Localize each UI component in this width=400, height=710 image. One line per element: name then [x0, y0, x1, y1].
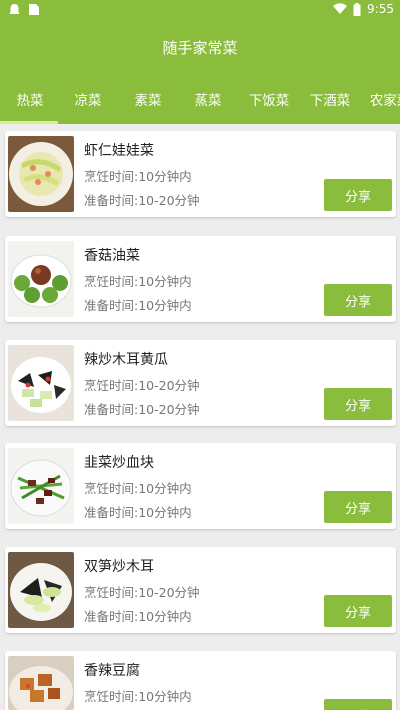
share-button[interactable]: 分享	[324, 388, 392, 420]
prep-time: 准备时间:10-20分钟	[84, 193, 200, 208]
share-button[interactable]: 分享	[324, 491, 392, 523]
tab-hot-dishes[interactable]: 热菜	[0, 89, 60, 109]
share-button[interactable]: 分享	[324, 179, 392, 211]
recipe-card[interactable]: 辣炒木耳黄瓜 烹饪时间:10-20分钟 准备时间:10-20分钟 分享	[5, 340, 396, 426]
tab-indicator	[0, 121, 58, 124]
tab-rice-dishes[interactable]: 下饭菜	[239, 89, 299, 109]
recipe-image	[8, 345, 74, 421]
recipe-image	[8, 656, 74, 710]
status-time: 9:55	[367, 2, 394, 16]
notification-icon	[9, 4, 20, 14]
tab-cold-dishes[interactable]: 凉菜	[58, 89, 118, 109]
recipe-card[interactable]: 香辣豆腐 烹饪时间:10分钟内 分享	[5, 651, 396, 710]
sim-card-icon	[29, 4, 39, 15]
cook-time: 烹饪时间:10分钟内	[84, 481, 192, 496]
cook-time: 烹饪时间:10-20分钟	[84, 378, 200, 393]
recipe-title: 双笋炒木耳	[84, 559, 154, 575]
recipe-title: 香辣豆腐	[84, 663, 140, 679]
recipe-title: 辣炒木耳黄瓜	[84, 352, 168, 368]
recipe-card[interactable]: 虾仁娃娃菜 烹饪时间:10分钟内 准备时间:10-20分钟 分享	[5, 131, 396, 217]
recipe-card[interactable]: 韭菜炒血块 烹饪时间:10分钟内 准备时间:10分钟内 分享	[5, 443, 396, 529]
cook-time: 烹饪时间:10分钟内	[84, 689, 192, 704]
recipe-image	[8, 552, 74, 628]
tab-steamed[interactable]: 蒸菜	[178, 89, 238, 109]
category-tabs: 热菜 凉菜 素菜 蒸菜 下饭菜 下酒菜 农家菜	[0, 74, 400, 124]
share-button[interactable]: 分享	[324, 699, 392, 710]
cook-time: 烹饪时间:10分钟内	[84, 274, 192, 289]
share-button[interactable]: 分享	[324, 284, 392, 316]
prep-time: 准备时间:10分钟内	[84, 505, 192, 520]
recipe-title: 虾仁娃娃菜	[84, 143, 154, 159]
prep-time: 准备时间:10分钟内	[84, 298, 192, 313]
recipe-image	[8, 448, 74, 524]
app-title: 随手家常菜	[162, 39, 238, 57]
recipe-image	[8, 241, 74, 317]
recipe-card[interactable]: 双笋炒木耳 烹饪时间:10-20分钟 准备时间:10分钟内 分享	[5, 547, 396, 633]
recipe-title: 香菇油菜	[84, 248, 140, 264]
recipe-image	[8, 136, 74, 212]
recipe-card[interactable]: 香菇油菜 烹饪时间:10分钟内 准备时间:10分钟内 分享	[5, 236, 396, 322]
cook-time: 烹饪时间:10分钟内	[84, 169, 192, 184]
recipe-title: 韭菜炒血块	[84, 455, 154, 471]
share-button[interactable]: 分享	[324, 595, 392, 627]
tab-vegetarian[interactable]: 素菜	[118, 89, 178, 109]
status-bar: 9:55	[0, 0, 400, 20]
cook-time: 烹饪时间:10-20分钟	[84, 585, 200, 600]
app-bar: 随手家常菜	[0, 20, 400, 74]
prep-time: 准备时间:10分钟内	[84, 609, 192, 624]
battery-icon	[353, 2, 361, 16]
prep-time: 准备时间:10-20分钟	[84, 402, 200, 417]
wifi-icon	[333, 3, 348, 14]
tab-farm-dishes[interactable]: 农家菜	[360, 89, 400, 109]
tab-drinking-dishes[interactable]: 下酒菜	[300, 89, 360, 109]
